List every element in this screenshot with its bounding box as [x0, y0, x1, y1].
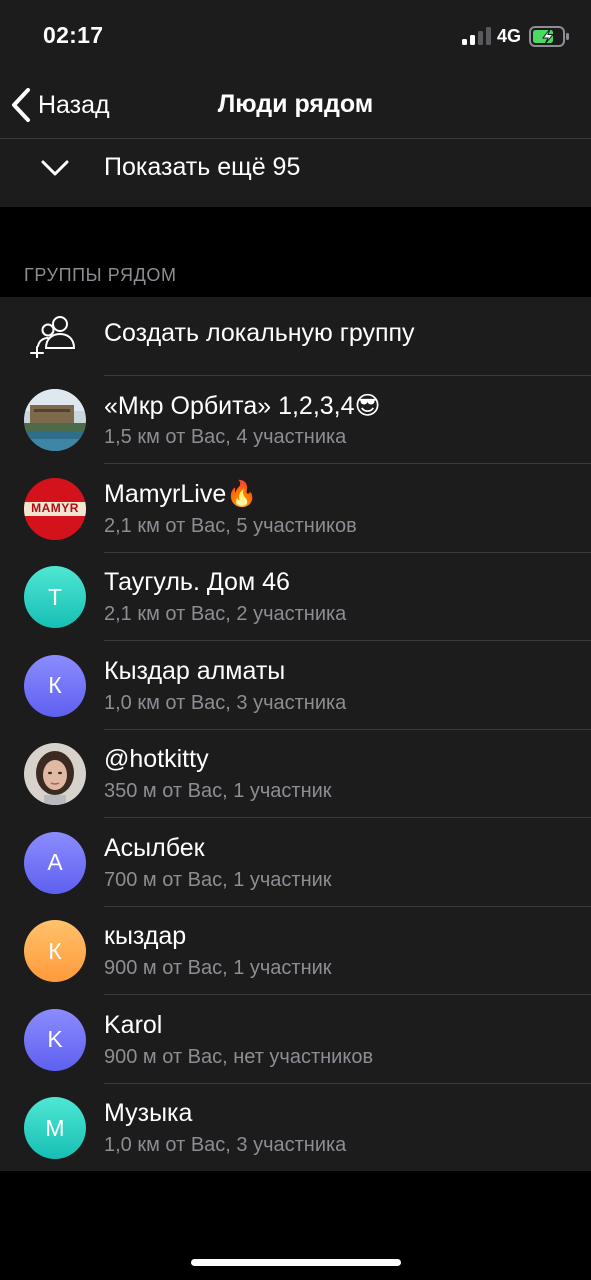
status-time: 02:17: [43, 22, 104, 48]
avatar: А: [24, 831, 86, 894]
group-photo: [24, 389, 86, 451]
avatar: [24, 389, 86, 451]
group-title: Кыздар алматы: [104, 656, 286, 685]
avatar-initial: Т: [47, 583, 63, 610]
avatar-initial: K: [47, 1026, 63, 1052]
section-header-groups: ГРУППЫ РЯДОМ: [24, 265, 177, 285]
avatar: MAMYR: [24, 477, 86, 540]
top-bar: 02:17 4G Назад Люди рядом: [0, 0, 591, 138]
group-title: Таугуль. Дом 46: [104, 568, 290, 596]
home-indicator[interactable]: [191, 1259, 401, 1266]
group-row[interactable]: Ккыздар 900 м от Вас, 1 участник: [0, 907, 591, 995]
group-title: @hotkitty: [104, 745, 209, 773]
avatar-initial: К: [48, 937, 62, 964]
page-title: Люди рядом: [217, 90, 374, 118]
create-local-group-button[interactable]: Создать локальную группу: [0, 297, 591, 375]
group-subtitle: 2,1 км от Вас, 5 участников: [104, 514, 357, 537]
group-row[interactable]: @hotkitty 350 м от Вас, 1 участник: [0, 730, 591, 818]
group-subtitle: 900 м от Вас, 1 участник: [104, 957, 332, 979]
avatar: К: [24, 654, 86, 717]
group-subtitle: 2,1 км от Вас, 2 участника: [104, 603, 347, 625]
create-local-group-label: Создать локальную группу: [104, 319, 415, 347]
show-more-button[interactable]: Показать ещё 95: [0, 139, 591, 207]
group-subtitle: 1,5 км от Вас, 4 участника: [104, 426, 347, 448]
group-title: «Мкр Орбита» 1,2,3,4😎: [104, 392, 381, 420]
group-row[interactable]: Т Таугуль. Дом 46 2,1 км от Вас, 2 участни…: [0, 553, 591, 641]
avatar: К: [24, 920, 86, 982]
avatar-initial: М: [45, 1114, 65, 1141]
group-row[interactable]: MAMYR MamyrLive🔥 2,1 км от Вас, 5 участник…: [0, 465, 591, 553]
group-subtitle: 1,0 км от Вас, 3 участника: [104, 1134, 347, 1156]
avatar: М: [24, 1097, 86, 1159]
group-title: Karol: [104, 1010, 163, 1039]
group-row[interactable]: А Асылбек 700 м от Вас, 1 участник: [0, 819, 591, 907]
battery-charging-icon: [529, 26, 569, 47]
group-title: кыздар: [104, 922, 187, 950]
show-more-label: Показать ещё 95: [104, 153, 301, 181]
screen: 02:17 4G Назад Люди рядом Показать ещё 9…: [0, 0, 591, 1280]
group-subtitle: 1,0 км от Вас, 3 участника: [104, 691, 347, 714]
avatar: [24, 743, 86, 805]
user-photo: [24, 743, 86, 805]
chevron-down-icon: [41, 160, 69, 176]
avatar-initial: К: [48, 672, 62, 698]
group-title: Музыка: [104, 1099, 193, 1127]
group-row[interactable]: М Музыка 1,0 км от Вас, 3 участника: [0, 1084, 591, 1172]
group-subtitle: 900 м от Вас, нет участников: [104, 1045, 374, 1068]
group-row[interactable]: K Karol 900 м от Вас, нет участников: [0, 996, 591, 1084]
avatar-initial: А: [47, 849, 63, 875]
group-row[interactable]: К Кыздар алматы 1,0 км от Вас, 3 участника: [0, 642, 591, 730]
network-type: 4G: [497, 26, 522, 46]
group-row[interactable]: «Мкр Орбита» 1,2,3,4😎 1,5 км от Вас, 4 уч…: [0, 376, 591, 464]
cellular-signal-icon: [462, 27, 492, 45]
add-users-icon: [30, 316, 76, 358]
group-title: Асылбек: [104, 833, 205, 862]
avatar: K: [24, 1008, 86, 1071]
nearby-groups-list: Создать локальную группу «Мкр Орбита» 1,…: [0, 297, 591, 1171]
logo-text: MAMYR: [31, 500, 79, 515]
group-subtitle: 700 м от Вас, 1 участник: [104, 868, 332, 891]
avatar: Т: [24, 566, 86, 628]
group-subtitle: 350 м от Вас, 1 участник: [104, 780, 332, 802]
group-title: MamyrLive🔥: [104, 479, 258, 508]
